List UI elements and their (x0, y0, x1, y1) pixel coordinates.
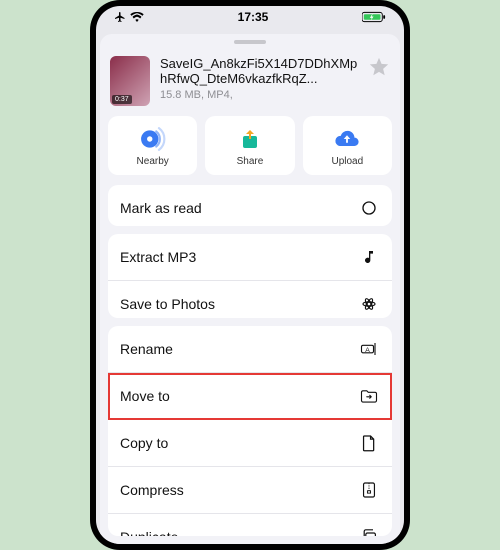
folder-arrow-icon (358, 385, 380, 407)
duplicate-item[interactable]: Duplicate (108, 514, 392, 536)
file-name: SaveIG_An8kzFi5X14D7DDhXMphRfwQ_DteM6vka… (160, 56, 358, 87)
extract-mp3-item[interactable]: Extract MP3 (108, 234, 392, 281)
wifi-icon (130, 12, 144, 22)
share-label: Share (237, 156, 264, 167)
move-to-label: Move to (120, 388, 170, 404)
favorite-button[interactable] (368, 56, 390, 78)
duplicate-icon (358, 526, 380, 536)
circle-icon (358, 197, 380, 219)
file-info: SaveIG_An8kzFi5X14D7DDhXMphRfwQ_DteM6vka… (160, 56, 358, 101)
music-note-icon (358, 246, 380, 268)
screen: 17:35 0:37 SaveIG_An8kzFi5X14D7DDhXMphRf… (96, 6, 404, 544)
share-button[interactable]: Share (205, 116, 294, 175)
sheet-grabber[interactable] (234, 40, 266, 44)
top-actions: Nearby Share Upload (100, 116, 400, 185)
mark-as-read-item[interactable]: Mark as read (108, 185, 392, 226)
status-right (362, 11, 386, 23)
menu-group-2: Extract MP3 Save to Photos (108, 234, 392, 318)
photos-icon (358, 293, 380, 315)
cloud-upload-icon (334, 126, 360, 152)
rename-label: Rename (120, 341, 173, 357)
svg-text:A: A (365, 347, 370, 354)
file-meta: 15.8 MB, MP4, (160, 89, 358, 101)
upload-button[interactable]: Upload (303, 116, 392, 175)
move-to-item[interactable]: Move to (108, 373, 392, 420)
airplane-icon (114, 11, 126, 23)
copy-to-label: Copy to (120, 435, 168, 451)
battery-icon (362, 11, 386, 23)
nearby-icon (140, 126, 166, 152)
save-to-photos-item[interactable]: Save to Photos (108, 281, 392, 318)
mark-as-read-label: Mark as read (120, 200, 202, 216)
nearby-button[interactable]: Nearby (108, 116, 197, 175)
copy-to-item[interactable]: Copy to (108, 420, 392, 467)
duplicate-label: Duplicate (120, 529, 178, 536)
rename-icon: A (358, 338, 380, 360)
menu-group-1: Mark as read (108, 185, 392, 226)
action-sheet: 0:37 SaveIG_An8kzFi5X14D7DDhXMphRfwQ_Dte… (100, 34, 400, 544)
video-thumbnail[interactable]: 0:37 (110, 56, 150, 106)
compress-label: Compress (120, 482, 184, 498)
share-icon (237, 126, 263, 152)
phone-frame: 17:35 0:37 SaveIG_An8kzFi5X14D7DDhXMphRf… (90, 0, 410, 550)
duration-badge: 0:37 (112, 95, 132, 104)
rename-item[interactable]: Rename A (108, 326, 392, 373)
status-bar: 17:35 (96, 6, 404, 28)
status-time: 17:35 (238, 10, 269, 24)
status-left (114, 11, 144, 23)
archive-icon (358, 479, 380, 501)
extract-mp3-label: Extract MP3 (120, 249, 196, 265)
file-header: 0:37 SaveIG_An8kzFi5X14D7DDhXMphRfwQ_Dte… (100, 52, 400, 116)
document-icon (358, 432, 380, 454)
upload-label: Upload (331, 156, 363, 167)
save-to-photos-label: Save to Photos (120, 296, 215, 312)
nearby-label: Nearby (137, 156, 169, 167)
compress-item[interactable]: Compress (108, 467, 392, 514)
menu-group-3: Rename A Move to Copy to (108, 326, 392, 536)
